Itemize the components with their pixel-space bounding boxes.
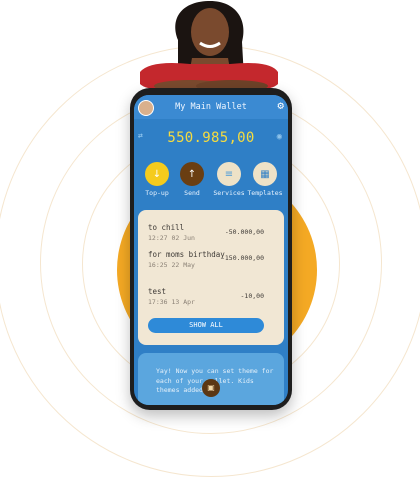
action-label: Top-up [145, 189, 169, 197]
templates-button[interactable]: ▦ Templates [246, 162, 284, 197]
arrow-down-icon: ↓ [145, 162, 169, 186]
services-button[interactable]: ≡ Services [210, 162, 248, 197]
person-illustration [140, 0, 278, 92]
transaction-amount: -10,00 [240, 292, 264, 300]
transaction-amount: -150.000,00 [220, 254, 264, 262]
hide-balance-icon[interactable]: ◉ [277, 132, 282, 142]
menu-icon: ≡ [217, 162, 241, 186]
transaction-name: for moms birthday [148, 250, 225, 259]
gear-icon[interactable]: ⚙ [277, 100, 284, 112]
transaction-row[interactable]: for moms birthday 16:25 22 May [148, 250, 226, 269]
send-button[interactable]: ↑ Send [173, 162, 211, 197]
action-label: Send [184, 189, 200, 197]
topup-button[interactable]: ↓ Top-up [138, 162, 176, 197]
action-label: Services [213, 189, 245, 197]
balance-amount: 550.985,00 [167, 130, 255, 146]
wallet-screen: My Main Wallet ⚙ ⇄ 550.985,00 ◉ ↓ Top-up… [134, 95, 288, 405]
qr-scan-icon[interactable]: ▣ [202, 379, 220, 397]
transaction-date: 16:25 22 May [148, 261, 195, 269]
transaction-row[interactable]: to chill 12:27 02 Jun -50.000,00 [148, 223, 264, 242]
wallet-title: My Main Wallet [175, 102, 247, 112]
grid-icon: ▦ [253, 162, 277, 186]
transaction-row[interactable]: test 17:36 13 Apr -10,00 [148, 287, 264, 306]
arrow-up-icon: ↑ [180, 162, 204, 186]
action-label: Templates [247, 189, 283, 197]
show-all-button[interactable]: SHOW ALL [148, 318, 264, 333]
top-bar: My Main Wallet ⚙ [134, 95, 288, 119]
transaction-amount: -50.000,00 [224, 228, 264, 236]
